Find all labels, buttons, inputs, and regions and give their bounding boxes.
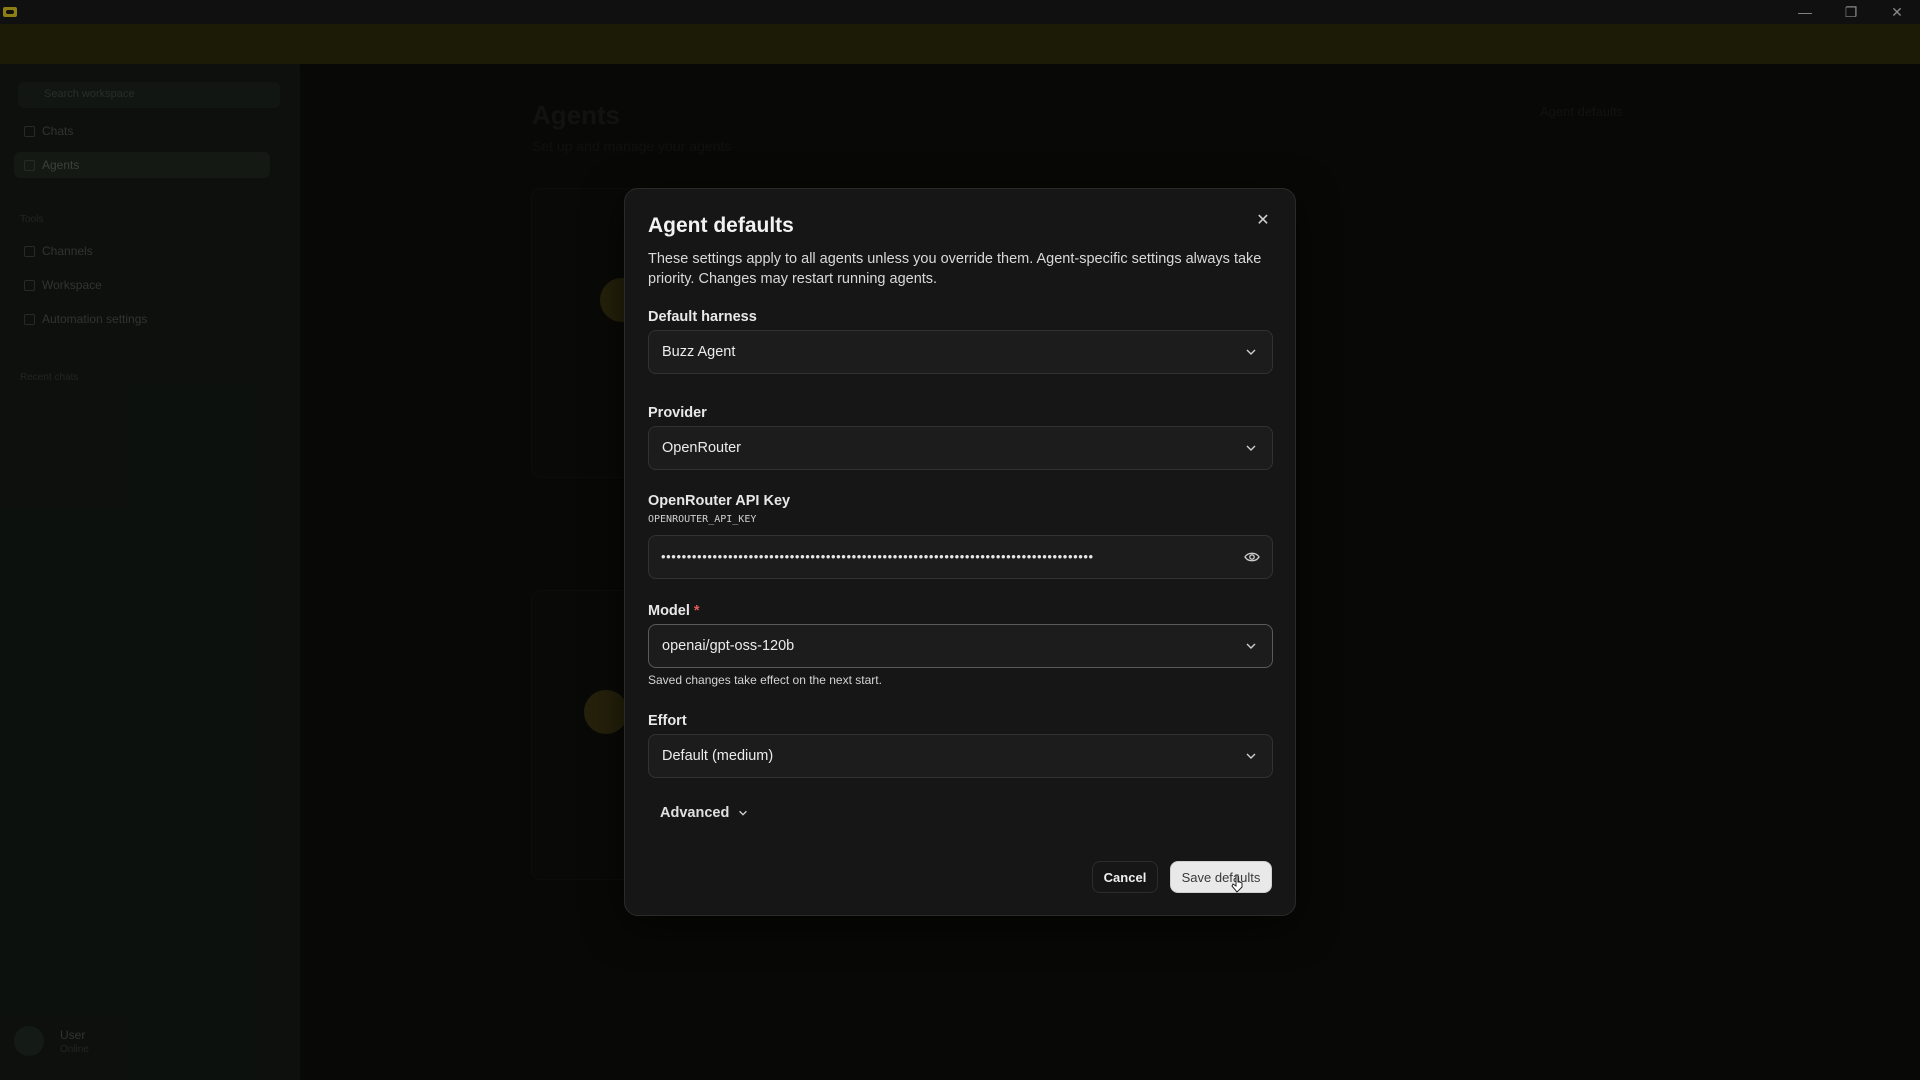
harness-select[interactable]: Buzz Agent [648,330,1273,374]
chevron-down-icon [1246,349,1256,355]
chevron-down-icon [1246,643,1256,649]
save-defaults-button[interactable]: Save defaults [1170,861,1272,893]
provider-label: Provider [648,405,707,421]
mouse-cursor-icon [1231,874,1243,893]
cancel-button[interactable]: Cancel [1092,861,1158,893]
model-helper-text: Saved changes take effect on the next st… [648,673,882,687]
advanced-toggle[interactable]: Advanced [660,805,749,821]
required-mark: * [693,603,700,619]
provider-value: OpenRouter [662,440,741,456]
chevron-down-icon [1246,753,1256,759]
effort-value: Default (medium) [662,748,774,764]
chevron-down-icon [739,810,748,816]
effort-label: Effort [648,713,687,729]
model-value: openai/gpt-oss-120b [662,638,795,654]
harness-label: Default harness [648,309,757,325]
model-label: Model * [648,603,700,619]
api-key-label: OpenRouter API Key [648,493,791,509]
api-key-masked-value: ••••••••••••••••••••••••••••••••••••••••… [661,549,1094,564]
chevron-down-icon [1246,445,1256,451]
dialog-title: Agent defaults [648,214,794,237]
model-select[interactable]: openai/gpt-oss-120b [648,624,1273,668]
api-key-env-var: OPENROUTER_API_KEY [648,514,757,525]
model-label-text: Model [648,603,690,619]
advanced-label: Advanced [660,805,730,821]
api-key-input[interactable]: ••••••••••••••••••••••••••••••••••••••••… [648,535,1273,579]
provider-select[interactable]: OpenRouter [648,426,1273,470]
agent-defaults-dialog: Agent defaults ✕ These settings apply to… [624,188,1296,916]
eye-icon[interactable] [1244,550,1260,564]
harness-value: Buzz Agent [662,344,736,360]
dialog-description: These settings apply to all agents unles… [648,251,1262,287]
effort-select[interactable]: Default (medium) [648,734,1273,778]
close-icon[interactable]: ✕ [1254,211,1272,229]
